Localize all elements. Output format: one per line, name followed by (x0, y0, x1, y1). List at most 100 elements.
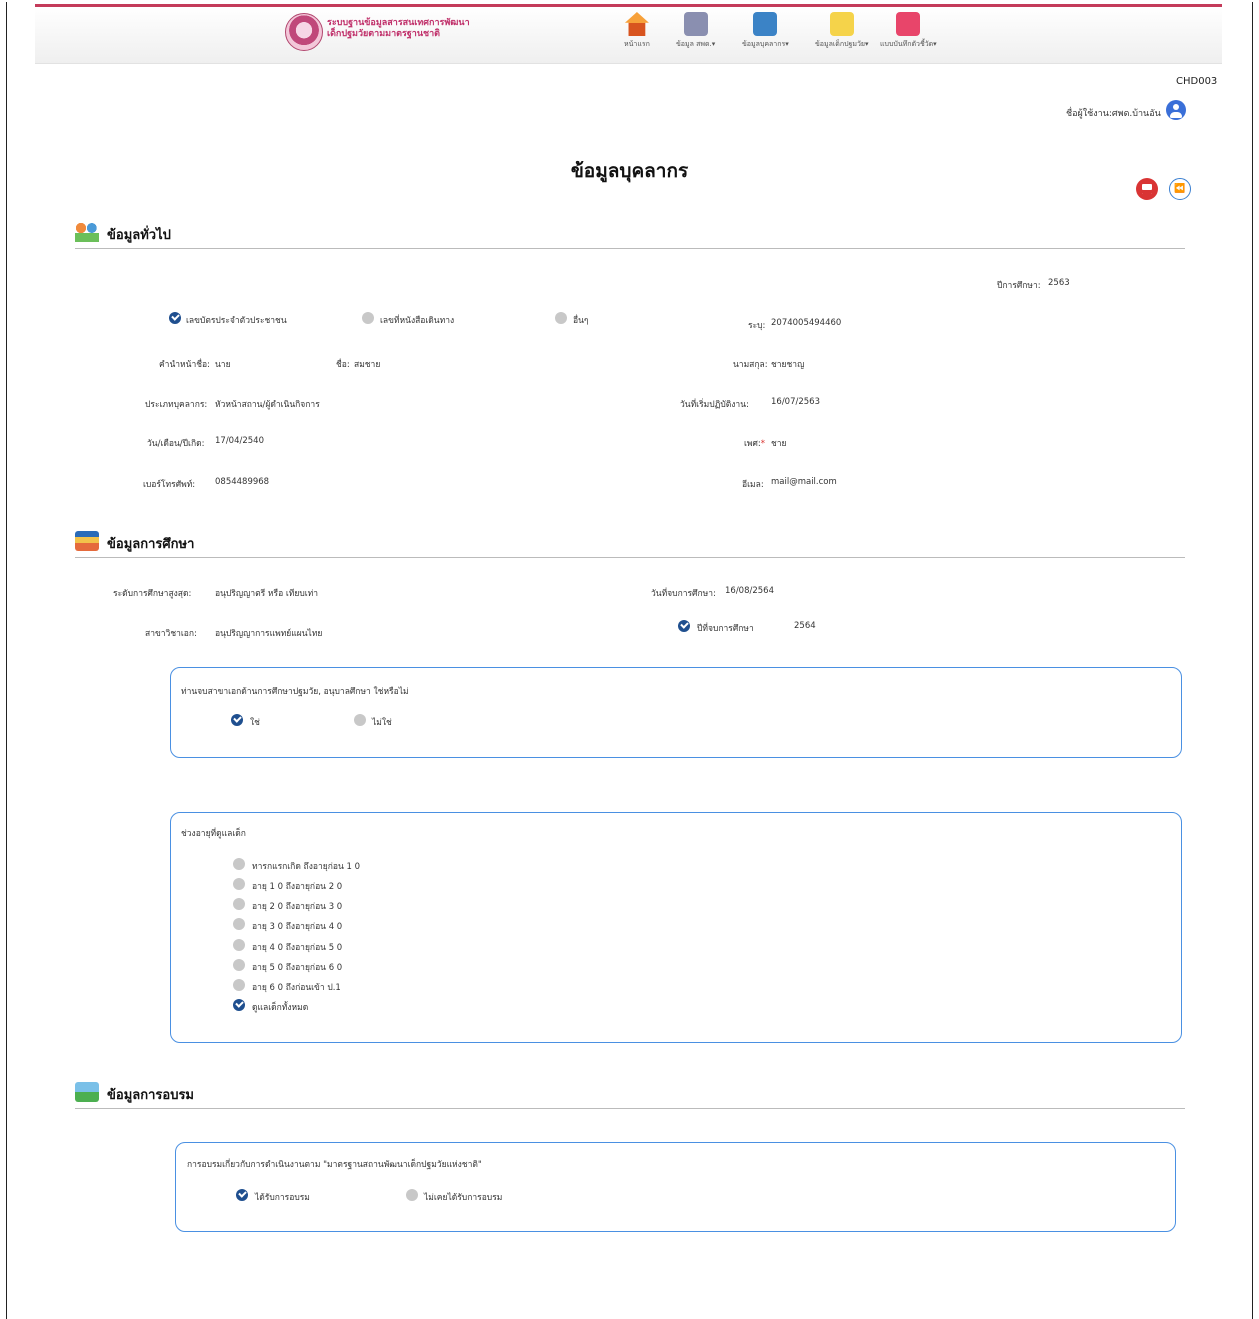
radio-age-7-label: ดูแลเด็กทั้งหมด (252, 1003, 309, 1013)
radio-age-3[interactable] (233, 918, 245, 930)
radio-age-0-label: ทารกแรกเกิด ถึงอายุก่อน 1 0 (252, 862, 360, 872)
start-date-value: 16/07/2563 (771, 397, 820, 407)
prefix-label: คำนำหน้าชื่อ: (159, 360, 210, 370)
radio-age-6[interactable] (233, 979, 245, 991)
sex-label: เพศ:* (744, 436, 765, 450)
staff-icon (683, 12, 708, 36)
radio-age-4[interactable] (233, 939, 245, 951)
system-title: ระบบฐานข้อมูลสารสนเทศการพัฒนา เด็กปฐมวัย… (327, 18, 470, 40)
email-value: mail@mail.com (771, 477, 837, 487)
graduation-year-label: ปีที่จบการศึกษา (697, 624, 754, 634)
nav-children-label: ข้อมูลเด็กปฐมวัย▾ (815, 40, 869, 48)
nav-home[interactable]: หน้าแรก (624, 12, 650, 50)
nav-indicators[interactable]: แบบบันทึกตัวชี้วัด▾ (880, 12, 937, 50)
major-label: สาขาวิชาเอก: (145, 629, 197, 639)
radio-not-trained-label: ไม่เคยได้รับการอบรม (424, 1193, 503, 1203)
surname-value: ชายชาญ (771, 360, 805, 370)
radio-id-other[interactable] (555, 312, 567, 324)
radio-trained[interactable] (236, 1189, 248, 1201)
graduation-icon (75, 531, 99, 551)
radio-age-1-label: อายุ 1 0 ถึงอายุก่อน 2 0 (252, 882, 343, 892)
personnel-type-value: หัวหน้าสถาน/ผู้ดำเนินกิจการ (215, 400, 320, 410)
document-icon (829, 12, 854, 36)
book-icon (896, 12, 921, 36)
radio-age-5-label: อายุ 5 0 ถึงอายุก่อน 6 0 (252, 963, 343, 973)
radio-ece-yes-label: ใช่ (250, 718, 260, 728)
system-title-line1: ระบบฐานข้อมูลสารสนเทศการพัฒนา (327, 18, 470, 28)
page-frame (6, 2, 1253, 1319)
graduation-date-value: 16/08/2564 (725, 586, 774, 596)
phone-value: 0854489968 (215, 477, 270, 487)
section-training-title: ข้อมูลการอบรม (107, 1088, 194, 1103)
required-mark: * (760, 439, 766, 449)
education-level-label: ระดับการศึกษาสูงสุด: (113, 589, 192, 599)
prefix-value: นาย (215, 360, 231, 370)
sex-label-text: เพศ: (744, 439, 761, 449)
start-date-label: วันที่เริ่มปฏิบัติงาน: (680, 400, 749, 410)
page-title: ข้อมูลบุคลากร (570, 160, 689, 182)
sex-value: ชาย (771, 439, 787, 449)
nav-home-label: หน้าแรก (624, 40, 650, 48)
home-icon (624, 12, 649, 36)
radio-ece-no[interactable] (354, 714, 366, 726)
academic-year-label: ปีการศึกษา: (997, 281, 1041, 291)
personnel-type-label: ประเภทบุคลากร: (145, 400, 208, 410)
training-question: การอบรมเกี่ยวกับการดำเนินงานตาม "มาตรฐาน… (187, 1160, 482, 1170)
ece-question: ท่านจบสาขาเอกด้านการศึกษาปฐมวัย, อนุบาลศ… (181, 687, 409, 697)
radio-age-2-label: อายุ 2 0 ถึงอายุก่อน 3 0 (252, 902, 343, 912)
person-search-icon (753, 12, 778, 36)
nav-center-info[interactable]: ข้อมูล สพด.▾ (676, 12, 715, 50)
section-education-title: ข้อมูลการศึกษา (107, 537, 195, 552)
email-label: อีเมล: (742, 480, 764, 490)
training-icon (75, 1082, 99, 1102)
nav-children[interactable]: ข้อมูลเด็กปฐมวัย▾ (815, 12, 869, 50)
page-code: CHD003 (1176, 76, 1218, 87)
nav-personnel-label: ข้อมูลบุคลากร▾ (742, 40, 789, 48)
birthdate-value: 17/04/2540 (215, 436, 264, 446)
academic-year-value: 2563 (1048, 278, 1070, 288)
radio-age-0[interactable] (233, 858, 245, 870)
nav-personnel[interactable]: ข้อมูลบุคลากร▾ (742, 12, 789, 50)
radio-trained-label: ได้รับการอบรม (255, 1193, 310, 1203)
section-general-title: ข้อมูลทั่วไป (107, 228, 171, 243)
radio-ece-yes[interactable] (231, 714, 243, 726)
back-button[interactable]: ⏪ (1169, 178, 1191, 200)
radio-ece-no-label: ไม่ใช่ (372, 718, 392, 728)
birthdate-label: วัน/เดือน/ปีเกิด: (147, 439, 205, 449)
radio-id-passport[interactable] (362, 312, 374, 324)
system-logo-icon[interactable] (285, 13, 323, 51)
system-title-line2: เด็กปฐมวัยตามมาตรฐานชาติ (327, 29, 440, 39)
major-value: อนุปริญญาการแพทย์แผนไทย (215, 629, 323, 639)
radio-not-trained[interactable] (406, 1189, 418, 1201)
save-button[interactable] (1136, 178, 1158, 200)
radio-age-3-label: อายุ 3 0 ถึงอายุก่อน 4 0 (252, 922, 343, 932)
section-training-header: ข้อมูลการอบรม (75, 1082, 1185, 1109)
radio-id-other-label: อื่นๆ (573, 316, 589, 326)
id-number-value: 2074005494460 (771, 318, 842, 328)
graduation-year-value: 2564 (794, 621, 816, 631)
radio-age-7[interactable] (233, 999, 245, 1011)
graduation-date-label: วันที่จบการศึกษา: (651, 589, 716, 599)
nav-center-info-label: ข้อมูล สพด.▾ (676, 40, 716, 48)
firstname-value: สมชาย (354, 360, 381, 370)
radio-id-passport-label: เลขที่หนังสือเดินทาง (380, 316, 455, 326)
rewind-icon: ⏪ (1174, 184, 1186, 194)
radio-age-4-label: อายุ 4 0 ถึงอายุก่อน 5 0 (252, 943, 343, 953)
ece-question-box (170, 667, 1182, 758)
age-range-question: ช่วงอายุที่ดูแลเด็ก (181, 829, 246, 839)
radio-graduation-year[interactable] (678, 620, 690, 632)
radio-age-2[interactable] (233, 898, 245, 910)
radio-id-citizen-label: เลขบัตรประจำตัวประชาชน (186, 316, 287, 326)
people-icon (75, 222, 99, 242)
education-level-value: อนุปริญญาตรี หรือ เทียบเท่า (215, 589, 319, 599)
user-circle-icon[interactable] (1166, 100, 1186, 120)
radio-id-citizen[interactable] (169, 312, 181, 324)
id-number-label: ระบุ: (748, 321, 766, 331)
training-question-box (175, 1142, 1176, 1232)
radio-age-1[interactable] (233, 878, 245, 890)
user-name-label: ชื่อผู้ใช้งาน:ศพด.บ้านอัน (1066, 109, 1161, 119)
firstname-label: ชื่อ: (336, 360, 350, 370)
phone-label: เบอร์โทรศัพท์: (143, 480, 196, 490)
radio-age-5[interactable] (233, 959, 245, 971)
radio-age-6-label: อายุ 6 0 ถึงก่อนเข้า ป.1 (252, 983, 341, 993)
